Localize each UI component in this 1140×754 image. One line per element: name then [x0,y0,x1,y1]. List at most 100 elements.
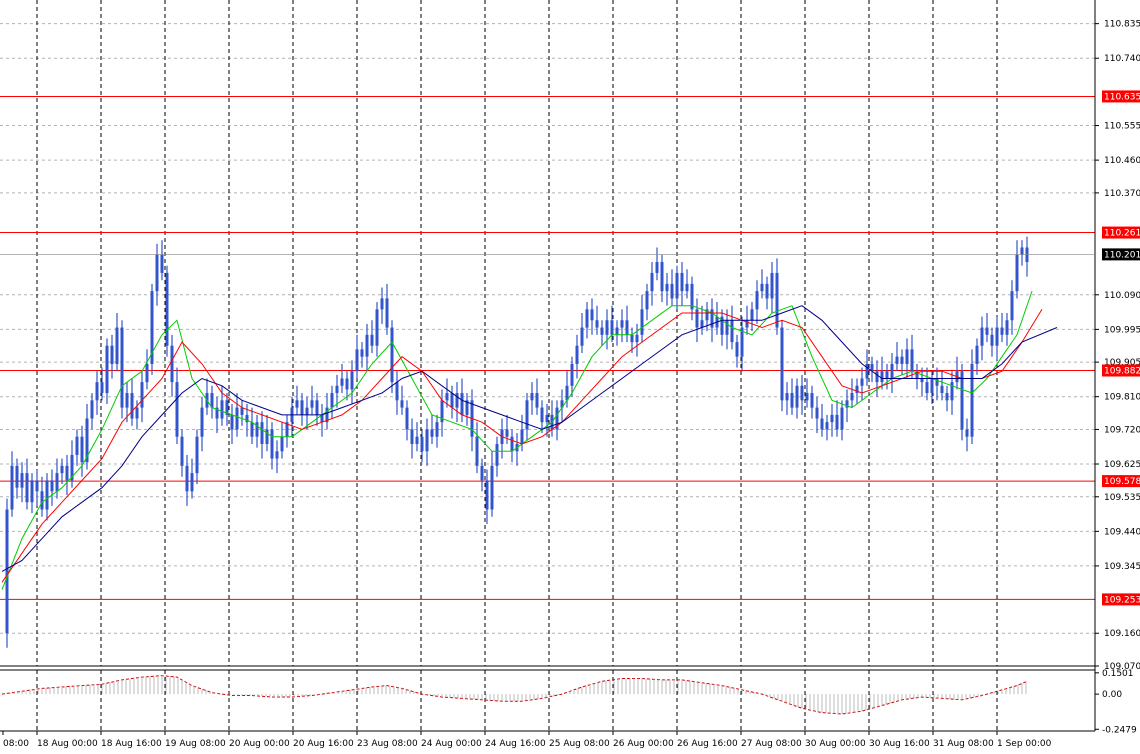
price-bar-body [675,272,679,299]
price-bar-body [905,349,909,364]
price-bar-body [1025,247,1029,263]
price-tick-label: 110.460 [1104,156,1140,166]
price-bar-body [220,400,224,419]
price-bar-body [410,429,414,444]
price-bar-body [810,393,814,408]
price-bar-body [685,283,689,292]
level-label-text: 109.882 [1104,366,1140,376]
price-bar-body [895,356,899,364]
price-bar-body [20,473,24,488]
price-bar-body [995,327,999,346]
price-bar-body [435,422,439,437]
price-bar-body [75,436,79,455]
price-bar-body [1000,327,1004,335]
level-label-text: 109.253 [1104,595,1140,605]
price-bar-body [50,480,54,492]
time-tick-label: 18 Aug 00:00 [37,739,98,749]
price-bar-body [130,393,134,419]
price-tick-label: 109.160 [1104,629,1140,639]
time-tick-label: 19 Aug 08:00 [165,739,226,749]
price-bar-body [175,382,179,437]
price-bar-body [530,393,534,401]
price-bar-body [570,363,574,386]
price-bar-body [360,349,364,357]
price-bar-body [35,480,39,492]
price-bar-body [445,393,449,401]
price-tick-label: 110.370 [1104,189,1140,199]
time-tick-label: 31 Aug 08:00 [933,739,994,749]
price-bar-body [135,407,139,419]
price-bar-body [520,429,524,444]
price-bar-body [490,465,494,510]
price-tick-label: 110.740 [1104,54,1140,64]
price-tick-label: 109.720 [1104,425,1140,435]
price-bar-body [670,283,674,299]
time-tick-label: 25 Aug 08:00 [549,739,610,749]
osc-tick-label: -0.2479 [1102,725,1137,735]
time-tick-label: 23 Aug 08:00 [357,739,418,749]
price-bar-body [295,400,299,408]
price-bar-body [30,480,34,503]
price-bar-body [590,309,594,321]
price-bar-body [925,382,929,394]
price-bar-body [840,407,844,430]
price-bar-body [390,327,394,383]
time-tick-label: 27 Aug 08:00 [741,739,802,749]
price-bar-body [730,320,734,343]
price-bar-body [700,320,704,328]
price-bar-body [115,327,119,364]
price-bar-body [990,334,994,346]
price-bar-body [835,414,839,430]
price-bar-body [630,334,634,343]
price-bar-body [55,473,59,492]
price-bar-body [155,254,159,292]
price-tick-label: 110.555 [1104,122,1140,132]
price-bar-body [345,378,349,390]
price-bar-body [535,393,539,408]
level-label-text: 110.261 [1104,229,1140,239]
price-bar-body [255,422,259,437]
price-bar-body [655,262,659,273]
price-chart[interactable]: 110.835 110.740 110.555 110.460 110.370 110.0… [0,0,1140,754]
price-bar-body [305,407,309,415]
time-tick-label: 26 Aug 16:00 [677,739,738,749]
price-bar-body [385,298,389,328]
price-bar-body [195,436,199,474]
price-bar-body [765,283,769,299]
price-bar-body [350,371,354,390]
price-bar-body [820,418,824,430]
price-bar-body [240,407,244,415]
price-tick-label: 110.090 [1104,291,1140,301]
price-bar-body [930,378,934,394]
price-bar-body [580,327,584,346]
price-bar-body [615,327,619,335]
price-bar-body [425,429,429,452]
price-bar-body [750,309,754,321]
price-bar-body [430,429,434,437]
price-bar-body [180,436,184,466]
price-bar-body [165,272,169,346]
price-bar-body [25,473,29,503]
price-bar-body [710,309,714,328]
price-bar-body [505,429,509,437]
price-bar-body [525,400,529,430]
price-bar-body [485,480,489,510]
price-bar-body [805,393,809,401]
price-bar-body [725,320,729,335]
price-bar-body [395,382,399,401]
price-tick-label: 109.625 [1104,460,1140,470]
price-bar-body [890,363,894,379]
price-bar-body [300,400,304,415]
price-bar-body [650,272,654,292]
price-bar-body [335,385,339,394]
price-bar-body [965,429,969,437]
price-bar-body [60,465,64,474]
price-bar-body [950,382,954,401]
price-bar-body [365,334,369,357]
price-bar-body [15,465,19,488]
price-tick-label: 109.345 [1104,562,1140,572]
osc-tick-label: 0.1501 [1102,669,1134,679]
price-bar-body [970,363,974,437]
price-bar-body [755,291,759,310]
osc-tick-label: 0.00 [1102,690,1122,700]
